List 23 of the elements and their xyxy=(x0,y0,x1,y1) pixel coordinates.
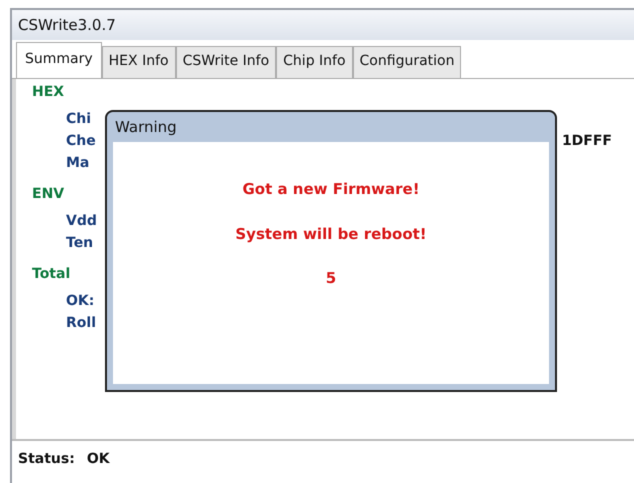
field-label: OK: xyxy=(66,292,94,311)
field-label: Vdd xyxy=(66,212,97,231)
field-label: Che xyxy=(66,132,96,151)
field-label: Chi xyxy=(66,110,92,129)
field-label: Roll xyxy=(66,314,96,333)
tab[interactable]: Chip Info xyxy=(276,46,353,78)
status-value: OK xyxy=(86,450,110,469)
section-heading: Total xyxy=(32,265,70,284)
tab[interactable]: CSWrite Info xyxy=(176,46,276,78)
window-title: CSWrite3.0.7 xyxy=(12,10,634,40)
tab[interactable]: Summary xyxy=(16,42,102,78)
warning-message: Got a new Firmware! xyxy=(242,179,420,200)
dialog-title: Warning xyxy=(114,117,178,138)
section-heading: HEX xyxy=(32,83,64,102)
section-heading: ENV xyxy=(32,185,64,204)
field-label: Ten xyxy=(66,234,94,253)
field-value: 1DFFF xyxy=(562,132,612,151)
tab[interactable]: HEX Info xyxy=(102,46,176,78)
tab[interactable]: Configuration xyxy=(352,46,462,78)
status-label: Status: xyxy=(18,450,75,469)
warning-message: 5 xyxy=(326,268,336,289)
field-label: Ma xyxy=(66,154,90,173)
warning-message: System will be reboot! xyxy=(235,224,427,244)
